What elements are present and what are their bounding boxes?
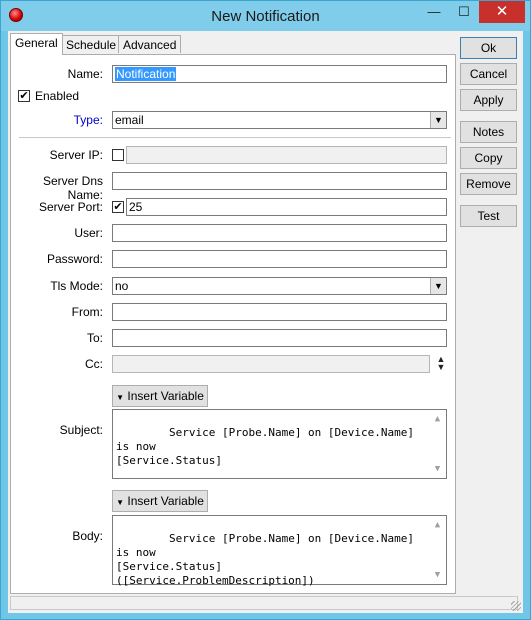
cancel-button[interactable]: Cancel (460, 63, 517, 85)
server-ip-label: Server IP: (49, 148, 103, 162)
server-dns-label: Server Dns Name: (42, 174, 103, 202)
chevron-down-icon[interactable]: ▼ (430, 112, 446, 128)
copy-button[interactable]: Copy (460, 147, 517, 169)
name-field[interactable]: Notification (112, 65, 447, 83)
insert-variable-label: Insert Variable (127, 494, 204, 508)
server-ip-field[interactable] (126, 146, 447, 164)
ok-button[interactable]: Ok (460, 37, 517, 59)
notes-button[interactable]: Notes (460, 121, 517, 143)
server-dns-field[interactable] (112, 172, 447, 190)
cc-field[interactable] (112, 355, 430, 373)
name-label: Name: (67, 67, 103, 81)
subject-scrollbar[interactable]: ▲ ▼ (429, 410, 446, 478)
tab-advanced[interactable]: Advanced (118, 35, 182, 53)
password-field[interactable] (112, 250, 447, 268)
subject-text: Service [Probe.Name] on [Device.Name] is… (116, 426, 415, 467)
apply-button[interactable]: Apply (460, 89, 517, 111)
scroll-up-icon[interactable]: ▲ (429, 412, 446, 426)
insert-variable-body-button[interactable]: ▼ Insert Variable (112, 490, 208, 512)
close-button[interactable]: ✕ (479, 1, 525, 23)
sort-arrows-icon[interactable]: ▲ ▼ (435, 355, 447, 373)
resize-grip-icon[interactable] (511, 601, 521, 611)
enabled-label: Enabled (35, 89, 80, 103)
tls-mode-label: Tls Mode: (50, 279, 103, 293)
password-label: Password: (46, 252, 103, 266)
separator (19, 137, 451, 138)
tls-mode-value: no (115, 279, 129, 293)
dialog-client: General Schedule Advanced Name: Notifica… (8, 31, 523, 613)
scroll-up-icon[interactable]: ▲ (429, 518, 446, 532)
minimize-button[interactable]: — (419, 1, 449, 23)
maximize-button[interactable]: ☐ (449, 1, 479, 23)
status-panel (10, 596, 518, 610)
tab-general[interactable]: General (10, 33, 63, 55)
type-value: email (115, 113, 144, 127)
insert-variable-subject-button[interactable]: ▼ Insert Variable (112, 385, 208, 407)
server-ip-checkbox[interactable] (112, 149, 124, 161)
test-button[interactable]: Test (460, 205, 517, 227)
to-label: To: (86, 331, 103, 345)
enabled-checkbox[interactable]: ✔ (18, 90, 30, 102)
type-label: Type: (73, 113, 103, 127)
type-select[interactable]: email ▼ (112, 111, 447, 129)
subject-textarea[interactable]: Service [Probe.Name] on [Device.Name] is… (112, 409, 447, 479)
body-textarea[interactable]: Service [Probe.Name] on [Device.Name] is… (112, 515, 447, 587)
to-field[interactable] (112, 329, 447, 347)
triangle-down-icon: ▼ (116, 498, 125, 507)
server-port-label: Server Port: (38, 200, 103, 214)
dialog-window: New Notification — ☐ ✕ General Schedule … (0, 0, 531, 620)
body-text: Service [Probe.Name] on [Device.Name] is… (116, 532, 415, 587)
status-bar (8, 594, 523, 613)
server-port-field[interactable]: 25 (126, 198, 447, 216)
name-value: Notification (115, 67, 177, 81)
from-label: From: (71, 305, 103, 319)
user-field[interactable] (112, 224, 447, 242)
chevron-down-icon[interactable]: ▼ (430, 278, 446, 294)
server-port-checkbox[interactable]: ✔ (112, 201, 124, 213)
tab-schedule[interactable]: Schedule (61, 35, 122, 53)
body-scrollbar[interactable]: ▲ ▼ (429, 516, 446, 584)
scroll-down-icon[interactable]: ▼ (429, 462, 446, 476)
user-label: User: (74, 226, 103, 240)
from-field[interactable] (112, 303, 447, 321)
title-bar[interactable]: New Notification — ☐ ✕ (1, 1, 530, 31)
body-label: Body: (72, 529, 103, 543)
cc-label: Cc: (85, 357, 103, 371)
insert-variable-label: Insert Variable (127, 389, 204, 403)
tls-mode-select[interactable]: no ▼ (112, 277, 447, 295)
triangle-down-icon: ▼ (116, 393, 125, 402)
remove-button[interactable]: Remove (460, 173, 517, 195)
general-panel: Name: Notification ✔ Enabled Type: email… (10, 54, 456, 594)
scroll-down-icon[interactable]: ▼ (429, 568, 446, 582)
subject-label: Subject: (59, 423, 103, 437)
